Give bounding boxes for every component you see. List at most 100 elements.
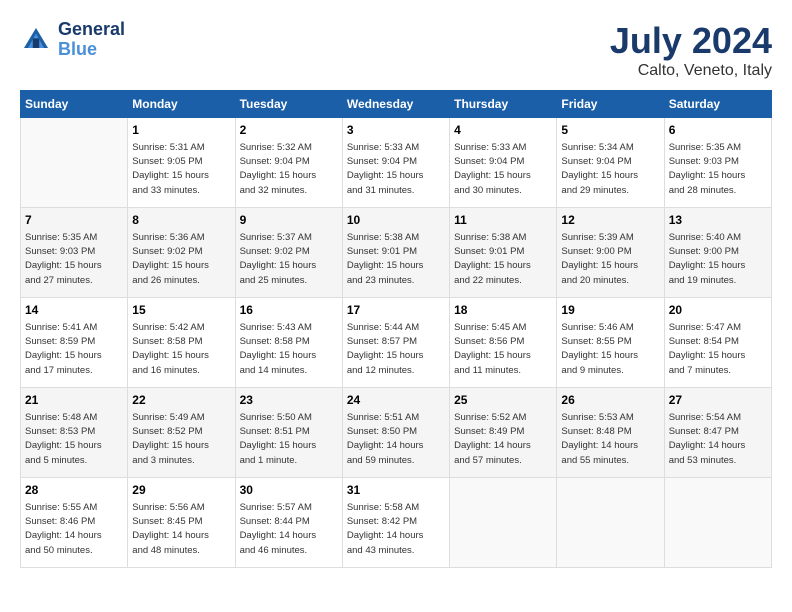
calendar-cell: 28 Sunrise: 5:55 AMSunset: 8:46 PMDayligh… bbox=[21, 478, 128, 568]
header-day-friday: Friday bbox=[557, 91, 664, 118]
location-title: Calto, Veneto, Italy bbox=[610, 62, 772, 80]
day-number: 1 bbox=[132, 122, 230, 139]
header-day-sunday: Sunday bbox=[21, 91, 128, 118]
day-number: 4 bbox=[454, 122, 552, 139]
day-info: Sunrise: 5:50 AMSunset: 8:51 PMDaylight:… bbox=[240, 411, 338, 468]
day-number: 12 bbox=[561, 212, 659, 229]
calendar-cell: 1 Sunrise: 5:31 AMSunset: 9:05 PMDaylight… bbox=[128, 118, 235, 208]
calendar-cell: 7 Sunrise: 5:35 AMSunset: 9:03 PMDaylight… bbox=[21, 208, 128, 298]
header-day-wednesday: Wednesday bbox=[342, 91, 449, 118]
day-info: Sunrise: 5:31 AMSunset: 9:05 PMDaylight:… bbox=[132, 141, 230, 198]
calendar-cell: 14Sunrise: 5:41 AMSunset: 8:59 PMDayligh… bbox=[21, 298, 128, 388]
logo: General Blue bbox=[20, 20, 125, 60]
calendar-cell: 20 Sunrise: 5:47 AMSunset: 8:54 PMDayligh… bbox=[664, 298, 771, 388]
day-info: Sunrise: 5:51 AMSunset: 8:50 PMDaylight:… bbox=[347, 411, 445, 468]
day-info: Sunrise: 5:47 AMSunset: 8:54 PMDaylight:… bbox=[669, 321, 767, 378]
day-info: Sunrise: 5:35 AMSunset: 9:03 PMDaylight:… bbox=[25, 231, 123, 288]
calendar-cell: 4Sunrise: 5:33 AMSunset: 9:04 PMDaylight… bbox=[450, 118, 557, 208]
day-number: 24 bbox=[347, 392, 445, 409]
calendar-cell: 31Sunrise: 5:58 AMSunset: 8:42 PMDayligh… bbox=[342, 478, 449, 568]
calendar-cell: 5Sunrise: 5:34 AMSunset: 9:04 PMDaylight… bbox=[557, 118, 664, 208]
calendar-cell: 29Sunrise: 5:56 AMSunset: 8:45 PMDayligh… bbox=[128, 478, 235, 568]
calendar-cell: 25 Sunrise: 5:52 AMSunset: 8:49 PMDayligh… bbox=[450, 388, 557, 478]
calendar-cell: 8Sunrise: 5:36 AMSunset: 9:02 PMDaylight… bbox=[128, 208, 235, 298]
calendar-week-5: 28 Sunrise: 5:55 AMSunset: 8:46 PMDayligh… bbox=[21, 478, 772, 568]
day-info: Sunrise: 5:37 AMSunset: 9:02 PMDaylight:… bbox=[240, 231, 338, 288]
day-info: Sunrise: 5:58 AMSunset: 8:42 PMDaylight:… bbox=[347, 501, 445, 558]
day-info: Sunrise: 5:52 AMSunset: 8:49 PMDaylight:… bbox=[454, 411, 552, 468]
calendar-cell bbox=[557, 478, 664, 568]
day-info: Sunrise: 5:39 AMSunset: 9:00 PMDaylight:… bbox=[561, 231, 659, 288]
header-day-saturday: Saturday bbox=[664, 91, 771, 118]
logo-icon bbox=[20, 24, 52, 56]
day-number: 22 bbox=[132, 392, 230, 409]
day-info: Sunrise: 5:55 AMSunset: 8:46 PMDaylight:… bbox=[25, 501, 123, 558]
calendar-cell: 12 Sunrise: 5:39 AMSunset: 9:00 PMDayligh… bbox=[557, 208, 664, 298]
calendar-cell: 13 Sunrise: 5:40 AMSunset: 9:00 PMDayligh… bbox=[664, 208, 771, 298]
calendar-cell: 17 Sunrise: 5:44 AMSunset: 8:57 PMDayligh… bbox=[342, 298, 449, 388]
day-number: 18 bbox=[454, 302, 552, 319]
day-info: Sunrise: 5:45 AMSunset: 8:56 PMDaylight:… bbox=[454, 321, 552, 378]
calendar-cell bbox=[664, 478, 771, 568]
calendar-week-2: 7 Sunrise: 5:35 AMSunset: 9:03 PMDaylight… bbox=[21, 208, 772, 298]
calendar-cell: 27 Sunrise: 5:54 AMSunset: 8:47 PMDayligh… bbox=[664, 388, 771, 478]
day-number: 19 bbox=[561, 302, 659, 319]
day-info: Sunrise: 5:33 AMSunset: 9:04 PMDaylight:… bbox=[347, 141, 445, 198]
day-number: 28 bbox=[25, 482, 123, 499]
day-number: 15 bbox=[132, 302, 230, 319]
day-info: Sunrise: 5:44 AMSunset: 8:57 PMDaylight:… bbox=[347, 321, 445, 378]
calendar-cell: 23 Sunrise: 5:50 AMSunset: 8:51 PMDayligh… bbox=[235, 388, 342, 478]
calendar-cell: 10Sunrise: 5:38 AMSunset: 9:01 PMDayligh… bbox=[342, 208, 449, 298]
day-info: Sunrise: 5:57 AMSunset: 8:44 PMDaylight:… bbox=[240, 501, 338, 558]
day-info: Sunrise: 5:53 AMSunset: 8:48 PMDaylight:… bbox=[561, 411, 659, 468]
calendar-cell: 16Sunrise: 5:43 AMSunset: 8:58 PMDayligh… bbox=[235, 298, 342, 388]
day-info: Sunrise: 5:40 AMSunset: 9:00 PMDaylight:… bbox=[669, 231, 767, 288]
calendar-week-4: 21 Sunrise: 5:48 AMSunset: 8:53 PMDayligh… bbox=[21, 388, 772, 478]
calendar-cell: 30 Sunrise: 5:57 AMSunset: 8:44 PMDayligh… bbox=[235, 478, 342, 568]
calendar-cell: 11Sunrise: 5:38 AMSunset: 9:01 PMDayligh… bbox=[450, 208, 557, 298]
calendar-cell: 15Sunrise: 5:42 AMSunset: 8:58 PMDayligh… bbox=[128, 298, 235, 388]
day-number: 5 bbox=[561, 122, 659, 139]
day-number: 20 bbox=[669, 302, 767, 319]
day-number: 29 bbox=[132, 482, 230, 499]
calendar-table: SundayMondayTuesdayWednesdayThursdayFrid… bbox=[20, 90, 772, 568]
logo-text: General Blue bbox=[58, 20, 125, 60]
day-number: 17 bbox=[347, 302, 445, 319]
calendar-body: 1 Sunrise: 5:31 AMSunset: 9:05 PMDaylight… bbox=[21, 118, 772, 568]
day-number: 13 bbox=[669, 212, 767, 229]
day-number: 2 bbox=[240, 122, 338, 139]
calendar-cell: 3 Sunrise: 5:33 AMSunset: 9:04 PMDaylight… bbox=[342, 118, 449, 208]
header-day-tuesday: Tuesday bbox=[235, 91, 342, 118]
day-info: Sunrise: 5:35 AMSunset: 9:03 PMDaylight:… bbox=[669, 141, 767, 198]
day-info: Sunrise: 5:38 AMSunset: 9:01 PMDaylight:… bbox=[454, 231, 552, 288]
day-number: 30 bbox=[240, 482, 338, 499]
day-number: 7 bbox=[25, 212, 123, 229]
month-title: July 2024 bbox=[610, 20, 772, 62]
day-number: 6 bbox=[669, 122, 767, 139]
day-number: 26 bbox=[561, 392, 659, 409]
day-number: 14 bbox=[25, 302, 123, 319]
day-number: 8 bbox=[132, 212, 230, 229]
day-info: Sunrise: 5:49 AMSunset: 8:52 PMDaylight:… bbox=[132, 411, 230, 468]
calendar-cell: 24 Sunrise: 5:51 AMSunset: 8:50 PMDayligh… bbox=[342, 388, 449, 478]
day-number: 25 bbox=[454, 392, 552, 409]
day-number: 21 bbox=[25, 392, 123, 409]
page-header: General Blue July 2024 Calto, Veneto, It… bbox=[20, 20, 772, 80]
calendar-week-3: 14Sunrise: 5:41 AMSunset: 8:59 PMDayligh… bbox=[21, 298, 772, 388]
day-info: Sunrise: 5:38 AMSunset: 9:01 PMDaylight:… bbox=[347, 231, 445, 288]
day-info: Sunrise: 5:54 AMSunset: 8:47 PMDaylight:… bbox=[669, 411, 767, 468]
day-number: 27 bbox=[669, 392, 767, 409]
day-info: Sunrise: 5:46 AMSunset: 8:55 PMDaylight:… bbox=[561, 321, 659, 378]
day-number: 23 bbox=[240, 392, 338, 409]
calendar-cell: 26 Sunrise: 5:53 AMSunset: 8:48 PMDayligh… bbox=[557, 388, 664, 478]
title-section: July 2024 Calto, Veneto, Italy bbox=[610, 20, 772, 80]
calendar-cell: 21 Sunrise: 5:48 AMSunset: 8:53 PMDayligh… bbox=[21, 388, 128, 478]
calendar-cell bbox=[450, 478, 557, 568]
calendar-header: SundayMondayTuesdayWednesdayThursdayFrid… bbox=[21, 91, 772, 118]
calendar-cell: 2Sunrise: 5:32 AMSunset: 9:04 PMDaylight… bbox=[235, 118, 342, 208]
header-row: SundayMondayTuesdayWednesdayThursdayFrid… bbox=[21, 91, 772, 118]
day-info: Sunrise: 5:48 AMSunset: 8:53 PMDaylight:… bbox=[25, 411, 123, 468]
day-number: 3 bbox=[347, 122, 445, 139]
calendar-cell: 22 Sunrise: 5:49 AMSunset: 8:52 PMDayligh… bbox=[128, 388, 235, 478]
calendar-cell: 6 Sunrise: 5:35 AMSunset: 9:03 PMDaylight… bbox=[664, 118, 771, 208]
